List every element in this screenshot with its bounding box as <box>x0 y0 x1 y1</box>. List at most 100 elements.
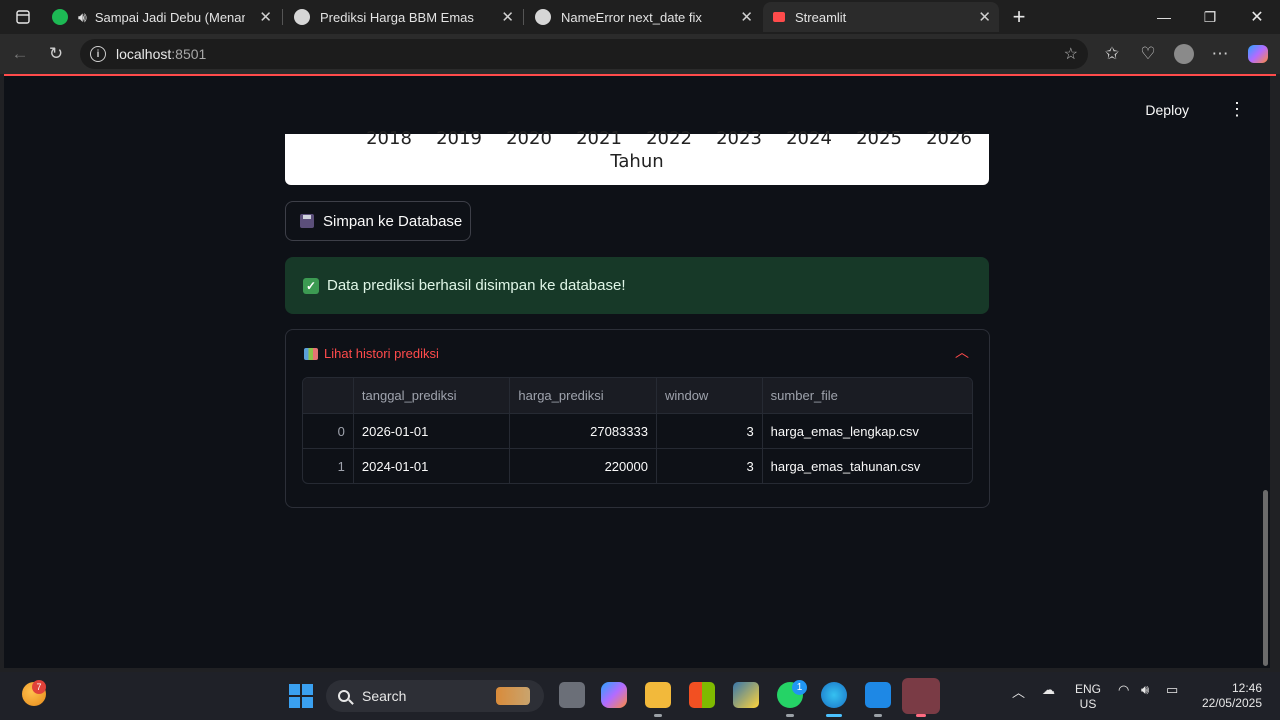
task-view-icon[interactable] <box>559 682 585 708</box>
chevron-up-icon[interactable]: ︿ <box>1012 682 1025 701</box>
reload-icon[interactable]: ↻ <box>44 42 68 66</box>
start-button[interactable] <box>289 684 313 708</box>
x-tick: 2021 <box>576 128 622 149</box>
search-label: Search <box>362 688 407 704</box>
x-tick: 2025 <box>856 128 902 149</box>
close-icon[interactable]: ✕ <box>740 8 753 26</box>
tab-spotify[interactable]: 🔊︎ Sampai Jadi Debu (Menampi ✕ <box>42 2 280 32</box>
table-header-row: tanggal_prediksi harga_prediksi window s… <box>303 378 972 413</box>
history-expander: Lihat histori prediksi ︿ tanggal_prediks… <box>285 329 990 508</box>
battery-icon[interactable]: ▭ <box>1166 682 1178 698</box>
search-highlight-image <box>496 687 530 705</box>
python-icon[interactable] <box>733 682 759 708</box>
volume-icon[interactable]: 🔊︎ <box>1141 682 1149 698</box>
chatgpt-icon <box>535 9 551 25</box>
main-menu-icon[interactable]: ⋮ <box>1228 100 1246 118</box>
whatsapp-badge: 1 <box>792 680 807 695</box>
column-header-sumber[interactable]: sumber_file <box>761 378 972 413</box>
column-header-harga[interactable]: harga_prediksi <box>509 378 656 413</box>
tab-title: Prediksi Harga BBM Emas <box>320 9 474 25</box>
page-scrollbar[interactable] <box>1260 76 1270 668</box>
wifi-icon[interactable]: ◠ <box>1118 682 1129 698</box>
x-tick: 2020 <box>506 128 552 149</box>
streamlit-page: Deploy ⋮ 2018 2019 2020 2021 2022 2023 2… <box>4 76 1270 668</box>
profile-avatar[interactable] <box>1172 42 1196 66</box>
file-explorer-icon[interactable] <box>645 682 671 708</box>
floppy-disk-icon <box>300 214 314 228</box>
onedrive-icon[interactable]: ☁ <box>1042 682 1055 698</box>
tab-streamlit[interactable]: Streamlit ✕ <box>763 2 999 32</box>
expander-header[interactable]: Lihat histori prediksi <box>304 346 439 361</box>
vscode-icon[interactable] <box>865 682 891 708</box>
close-icon[interactable]: ✕ <box>501 8 514 26</box>
tab-actions-icon[interactable] <box>0 0 46 34</box>
browser-essentials-icon[interactable]: ♡ <box>1136 42 1160 66</box>
books-icon <box>304 347 318 360</box>
address-bar[interactable]: i localhost:8501 ☆ <box>80 39 1088 69</box>
table-cell[interactable]: 27083333 <box>509 414 656 448</box>
scrollbar-thumb[interactable] <box>1263 490 1268 666</box>
table-cell[interactable]: 220000 <box>509 449 656 483</box>
address-bar-row: ← ↻ i localhost:8501 ☆ ✩ ♡ ⋯ <box>0 34 1280 74</box>
table-cell[interactable]: 3 <box>655 449 762 483</box>
chevron-up-icon[interactable]: ︿ <box>955 342 969 362</box>
tab-nameerror[interactable]: NameError next_date fix ✕ <box>525 2 761 32</box>
save-button-label: Simpan ke Database <box>323 212 463 230</box>
column-header-window[interactable]: window <box>655 378 762 413</box>
column-header-tanggal[interactable]: tanggal_prediksi <box>352 378 510 413</box>
x-tick: 2019 <box>436 128 482 149</box>
microsoft-store-icon[interactable] <box>689 682 715 708</box>
x-tick: 2024 <box>786 128 832 149</box>
save-to-database-button[interactable]: Simpan ke Database <box>285 201 471 241</box>
x-axis-label: Tahun <box>610 151 664 172</box>
clock[interactable]: 12:46 22/05/2025 <box>1196 681 1262 711</box>
row-index[interactable]: 1 <box>303 449 353 483</box>
check-mark-icon: ✓ <box>303 277 319 294</box>
table-cell[interactable]: 2026-01-01 <box>352 414 510 448</box>
tab-title: Streamlit <box>795 9 847 25</box>
table-cell[interactable]: 3 <box>655 414 762 448</box>
history-table[interactable]: tanggal_prediksi harga_prediksi window s… <box>302 377 973 484</box>
table-cell[interactable]: harga_emas_tahunan.csv <box>761 449 972 483</box>
weather-badge: 7 <box>32 680 46 694</box>
tab-prediksi[interactable]: Prediksi Harga BBM Emas ✕ <box>284 2 522 32</box>
close-icon[interactable]: ✕ <box>259 8 272 26</box>
back-icon[interactable]: ← <box>8 42 32 66</box>
x-tick: 2026 <box>926 128 972 149</box>
deploy-button[interactable]: Deploy <box>1145 102 1189 118</box>
favorites-icon[interactable]: ✩ <box>1100 42 1124 66</box>
snipping-tool-icon[interactable] <box>902 678 940 714</box>
copilot-icon[interactable] <box>1246 42 1270 66</box>
expander-label: Lihat histori prediksi <box>324 346 439 361</box>
minimize-icon[interactable]: — <box>1141 0 1187 34</box>
x-tick: 2018 <box>366 128 412 149</box>
language-indicator[interactable]: ENG US <box>1072 682 1104 712</box>
copilot-icon[interactable] <box>601 682 627 708</box>
success-message: Data prediksi berhasil disimpan ke datab… <box>327 277 626 294</box>
table-cell[interactable]: 2024-01-01 <box>352 449 510 483</box>
more-options-icon[interactable]: ⋯ <box>1208 42 1232 66</box>
url-text: localhost:8501 <box>116 46 207 62</box>
speaker-icon[interactable]: 🔊︎ <box>78 9 87 26</box>
new-tab-icon[interactable]: + <box>996 0 1042 34</box>
browser-tab-bar: 🔊︎ Sampai Jadi Debu (Menampi ✕ Prediksi … <box>0 0 1280 34</box>
edge-icon[interactable] <box>821 682 847 708</box>
restore-icon[interactable]: ❐ <box>1187 0 1233 34</box>
favorite-star-icon[interactable]: ☆ <box>1064 44 1078 64</box>
spotify-icon <box>52 9 68 25</box>
tab-title: NameError next_date fix <box>561 9 702 25</box>
close-icon[interactable]: ✕ <box>978 8 991 26</box>
date: 22/05/2025 <box>1201 696 1262 710</box>
row-index[interactable]: 0 <box>303 414 353 448</box>
chatgpt-icon <box>294 9 310 25</box>
chart-card: 2018 2019 2020 2021 2022 2023 2024 2025 … <box>285 128 989 185</box>
time: 12:46 <box>1231 681 1262 695</box>
search-icon <box>338 690 350 702</box>
info-icon[interactable]: i <box>90 46 106 62</box>
success-alert: ✓ Data prediksi berhasil disimpan ke dat… <box>285 257 989 314</box>
table-cell[interactable]: harga_emas_lengkap.csv <box>761 414 972 448</box>
taskbar-search[interactable]: Search <box>326 680 544 712</box>
tab-title: Sampai Jadi Debu (Menampi <box>94 9 245 25</box>
column-header-index[interactable] <box>303 378 353 413</box>
close-window-icon[interactable]: ✕ <box>1234 0 1280 34</box>
